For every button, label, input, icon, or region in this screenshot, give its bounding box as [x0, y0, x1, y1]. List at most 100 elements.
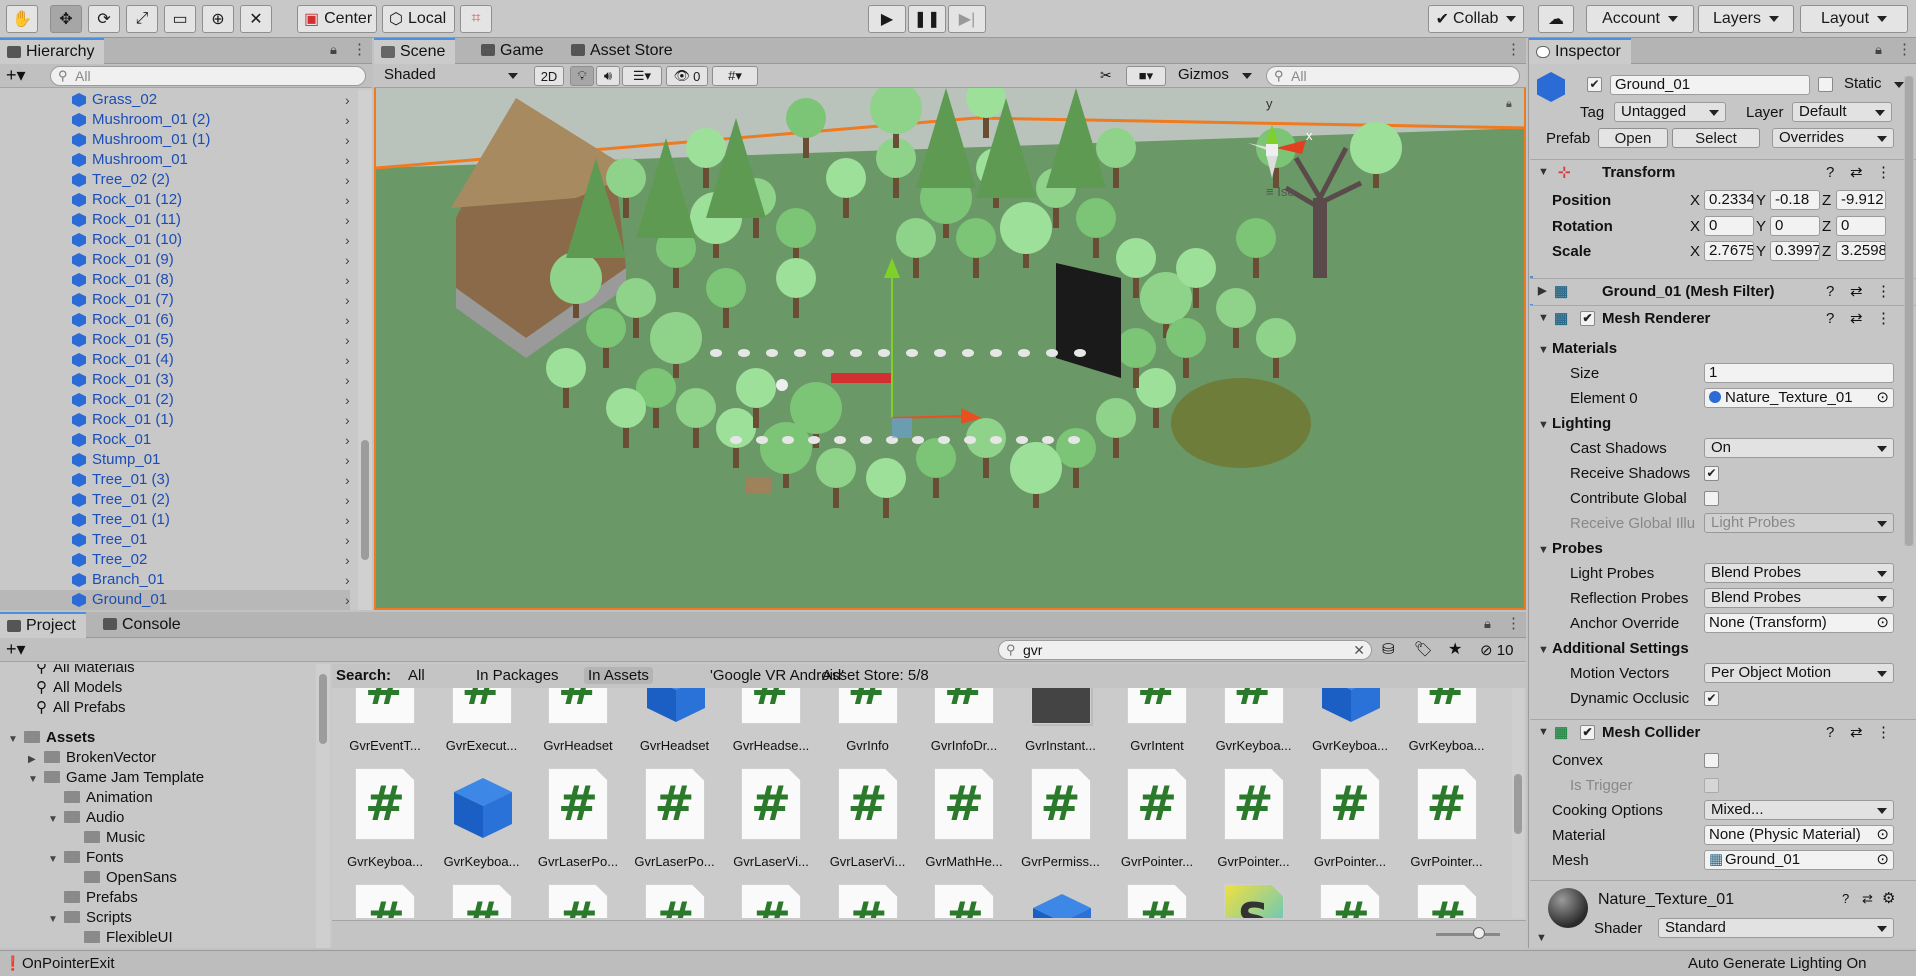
help-icon[interactable]: ?: [1826, 160, 1834, 185]
asset-item[interactable]: #: [337, 884, 433, 918]
asset-item[interactable]: # GvrEventT...: [337, 688, 433, 757]
help-icon[interactable]: ?: [1826, 306, 1834, 331]
asset-item[interactable]: S: [1206, 884, 1302, 918]
tab-project[interactable]: Project: [0, 612, 86, 638]
prefab-open-chevron-icon[interactable]: ›: [345, 270, 350, 290]
transform-header[interactable]: ▼ ⊹ Transform ? ⇄ ⋮: [1530, 159, 1916, 185]
scene-search-input[interactable]: All: [1266, 66, 1520, 86]
component-menu-icon[interactable]: ⋮: [1876, 720, 1891, 745]
materials-size-input[interactable]: 1: [1704, 363, 1894, 383]
asset-item[interactable]: [1013, 884, 1109, 918]
panel-menu-icon[interactable]: ⋮: [1897, 40, 1912, 58]
project-search-input[interactable]: gvr✕: [998, 640, 1372, 660]
prefab-open-chevron-icon[interactable]: ›: [345, 530, 350, 550]
status-message[interactable]: OnPointerExit: [22, 955, 115, 972]
project-tree-item[interactable]: ▼ Fonts: [48, 848, 124, 868]
tree-scroll-thumb[interactable]: [319, 674, 327, 744]
search-scope-1[interactable]: In Packages: [472, 667, 563, 684]
project-tree-item[interactable]: ▼ Audio: [48, 808, 124, 828]
help-icon[interactable]: ?: [1826, 279, 1834, 304]
hierarchy-item[interactable]: Rock_01 (5) ›: [0, 330, 350, 350]
asset-item[interactable]: # GvrKeyboa...: [337, 768, 433, 873]
tab-console[interactable]: Console: [96, 612, 191, 638]
tab-asset-store[interactable]: Asset Store: [564, 38, 683, 64]
create-plus-icon[interactable]: +▾: [6, 65, 26, 86]
mesh-renderer-enabled-checkbox[interactable]: ✔: [1580, 311, 1595, 326]
step-button[interactable]: ▶|: [948, 5, 986, 33]
reflection-probes-dropdown[interactable]: Blend Probes: [1704, 588, 1894, 608]
axis-y-label[interactable]: Y: [1756, 243, 1766, 260]
element0-material-field[interactable]: Nature_Texture_01 ⊙: [1704, 388, 1894, 408]
lock-icon[interactable]: 🔒︎: [1484, 616, 1491, 632]
axis-z-label[interactable]: Z: [1822, 192, 1831, 209]
move-tool-icon[interactable]: ✥: [50, 5, 82, 33]
tab-game[interactable]: Game: [474, 38, 554, 64]
cooking-options-dropdown[interactable]: Mixed...: [1704, 800, 1894, 820]
project-tree-item[interactable]: Prefabs: [48, 888, 138, 908]
prefab-open-chevron-icon[interactable]: ›: [345, 390, 350, 410]
search-by-label-icon[interactable]: 🏷︎: [1414, 640, 1433, 658]
asset-item[interactable]: # GvrIntent: [1109, 688, 1205, 757]
asset-item[interactable]: #: [916, 884, 1012, 918]
tools-icon[interactable]: ✂: [1100, 67, 1112, 84]
prefab-select-button[interactable]: Select: [1672, 128, 1760, 148]
hidden-objects-toggle[interactable]: 👁︎ 0: [666, 66, 708, 86]
asset-scrollbar[interactable]: [1512, 688, 1524, 918]
auto-lighting-status[interactable]: Auto Generate Lighting On: [1688, 955, 1866, 972]
probes-foldout[interactable]: Probes: [1552, 540, 1603, 557]
pivot-center-toggle[interactable]: ▣ Center: [297, 5, 377, 33]
clear-search-icon[interactable]: ✕: [1353, 641, 1365, 659]
tag-dropdown[interactable]: Untagged: [1614, 102, 1726, 122]
mesh-filter-header[interactable]: ▶ ▦ Ground_01 (Mesh Filter) ? ⇄ ⋮: [1530, 278, 1916, 304]
prefab-open-chevron-icon[interactable]: ›: [345, 450, 350, 470]
asset-item[interactable]: GvrKeyboa...: [434, 768, 530, 873]
mesh-collider-header[interactable]: ▼ ▦ ✔ Mesh Collider ? ⇄ ⋮: [1530, 719, 1916, 745]
hidden-packages-toggle[interactable]: ⊘ 10: [1480, 641, 1513, 659]
scene-lock-icon[interactable]: 🔒︎: [1506, 98, 1512, 111]
layers-dropdown[interactable]: Layers: [1698, 5, 1794, 33]
asset-scroll-thumb[interactable]: [1514, 774, 1522, 834]
pause-button[interactable]: ❚❚: [908, 5, 946, 33]
shader-dropdown[interactable]: Standard: [1658, 918, 1894, 938]
prefab-open-chevron-icon[interactable]: ›: [345, 290, 350, 310]
lighting-bulb-icon[interactable]: 💡︎: [570, 66, 594, 86]
fold-triangle-icon[interactable]: ▼: [8, 730, 24, 750]
lock-icon[interactable]: 🔒︎: [1875, 42, 1882, 58]
search-scope-0[interactable]: All: [404, 667, 429, 684]
component-menu-icon[interactable]: ⋮: [1876, 279, 1891, 304]
hierarchy-item[interactable]: Rock_01 (1) ›: [0, 410, 350, 430]
collider-mesh-field[interactable]: ▦ Ground_01 ⊙: [1704, 850, 1894, 870]
fold-triangle-icon[interactable]: ▼: [28, 770, 44, 790]
move-gizmo-plane[interactable]: [892, 418, 912, 438]
asset-item[interactable]: # GvrLaserPo...: [627, 768, 723, 873]
fold-triangle-icon[interactable]: ▼: [48, 850, 64, 870]
static-dropdown[interactable]: Static: [1838, 75, 1910, 95]
cast-shadows-dropdown[interactable]: On: [1704, 438, 1894, 458]
panel-menu-icon[interactable]: ⋮: [1506, 40, 1521, 58]
collider-material-field[interactable]: None (Physic Material) ⊙: [1704, 825, 1894, 845]
asset-item[interactable]: GvrKeyboa...: [1302, 688, 1398, 757]
hierarchy-item[interactable]: Ground_01 ›: [0, 590, 350, 610]
object-picker-icon[interactable]: ⊙: [1876, 389, 1889, 407]
preset-icon[interactable]: ⇄: [1850, 160, 1863, 185]
prefab-open-chevron-icon[interactable]: ›: [345, 570, 350, 590]
hierarchy-item[interactable]: Stump_01 ›: [0, 450, 350, 470]
hierarchy-item[interactable]: Rock_01 (11) ›: [0, 210, 350, 230]
prefab-overrides-dropdown[interactable]: Overrides: [1772, 128, 1894, 148]
asset-item[interactable]: # GvrLaserPo...: [530, 768, 626, 873]
prefab-open-chevron-icon[interactable]: ›: [345, 90, 350, 110]
shading-mode-dropdown[interactable]: Shaded: [378, 66, 524, 86]
tab-hierarchy[interactable]: Hierarchy: [0, 38, 105, 64]
hierarchy-item[interactable]: Mushroom_01 (2) ›: [0, 110, 350, 130]
play-button[interactable]: ▶: [868, 5, 906, 33]
asset-item[interactable]: # GvrExecut...: [434, 688, 530, 757]
prefab-open-chevron-icon[interactable]: ›: [345, 210, 350, 230]
search-by-type-icon[interactable]: ⛁: [1382, 640, 1395, 658]
asset-item[interactable]: #: [1399, 884, 1495, 918]
asset-item[interactable]: #: [820, 884, 916, 918]
rect-tool-icon[interactable]: ▭: [164, 5, 196, 33]
asset-item[interactable]: #: [627, 884, 723, 918]
hierarchy-item[interactable]: Rock_01 (9) ›: [0, 250, 350, 270]
toggle-2d-button[interactable]: 2D: [534, 66, 564, 86]
gear-icon[interactable]: ⚙: [1882, 889, 1895, 907]
